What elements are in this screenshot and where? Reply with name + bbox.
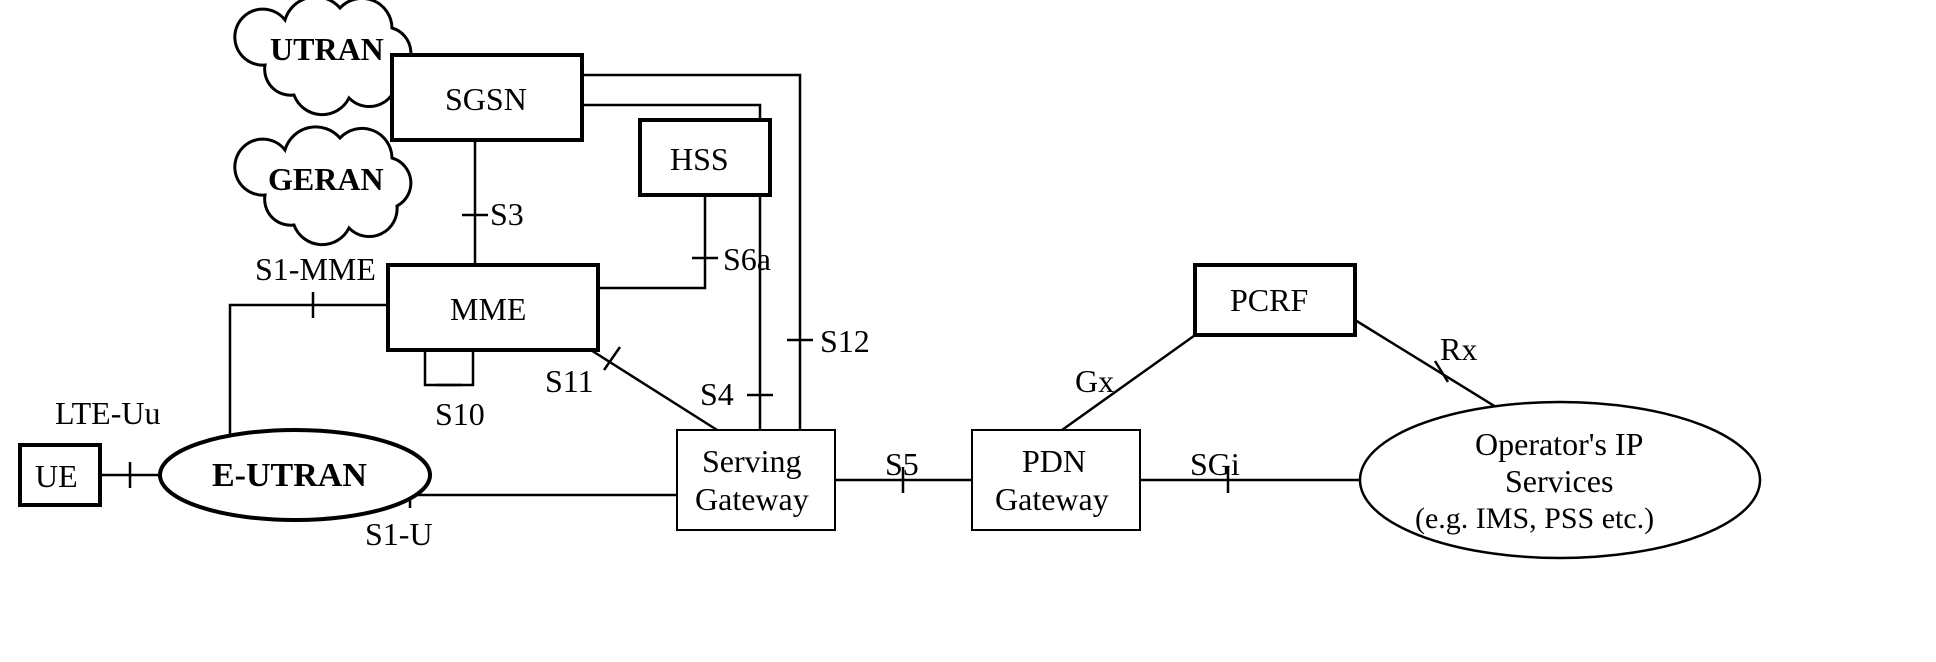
node-operator-services: Operator's IP Services (e.g. IMS, PSS et…: [1360, 402, 1760, 558]
label-op-2: Services: [1505, 463, 1613, 499]
link-s10: [425, 350, 473, 385]
label-op-1: Operator's IP: [1475, 426, 1643, 462]
iface-s11: S11: [545, 363, 594, 399]
iface-s5: S5: [885, 446, 919, 482]
node-eutran: E-UTRAN: [160, 430, 430, 520]
label-geran: GERAN: [268, 161, 384, 197]
label-op-3: (e.g. IMS, PSS etc.): [1415, 502, 1654, 535]
node-ue: UE: [20, 445, 100, 505]
label-pgw-1: PDN: [1022, 443, 1086, 479]
iface-s12: S12: [820, 323, 870, 359]
node-sgsn: SGSN: [392, 55, 582, 140]
label-hss: HSS: [670, 141, 729, 177]
iface-lte-uu: LTE-Uu: [55, 395, 160, 431]
node-geran: GERAN: [235, 127, 411, 245]
node-pgw: PDN Gateway: [972, 430, 1140, 530]
node-utran: UTRAN: [235, 0, 411, 115]
node-mme: MME: [388, 265, 598, 350]
label-pgw-2: Gateway: [995, 481, 1109, 517]
link-s6a: [595, 195, 705, 288]
iface-rx: Rx: [1440, 331, 1477, 367]
iface-s6a: S6a: [723, 241, 771, 277]
iface-sgi: SGi: [1190, 446, 1240, 482]
label-sgw-1: Serving: [702, 443, 802, 479]
label-ue: UE: [35, 458, 78, 494]
node-hss: HSS: [640, 120, 770, 195]
iface-s1-mme: S1-MME: [255, 251, 376, 287]
label-mme: MME: [450, 291, 526, 327]
iface-s4: S4: [700, 376, 734, 412]
iface-s10: S10: [435, 396, 485, 432]
iface-gx: Gx: [1075, 363, 1114, 399]
iface-s1-u: S1-U: [365, 516, 433, 552]
link-s1mme: [230, 305, 388, 437]
label-sgw-2: Gateway: [695, 481, 809, 517]
label-utran: UTRAN: [270, 31, 384, 67]
node-pcrf: PCRF: [1195, 265, 1355, 335]
node-sgw: Serving Gateway: [677, 430, 835, 530]
label-sgsn: SGSN: [445, 81, 527, 117]
label-pcrf: PCRF: [1230, 282, 1308, 318]
label-eutran: E-UTRAN: [212, 457, 367, 494]
iface-s3: S3: [490, 196, 524, 232]
